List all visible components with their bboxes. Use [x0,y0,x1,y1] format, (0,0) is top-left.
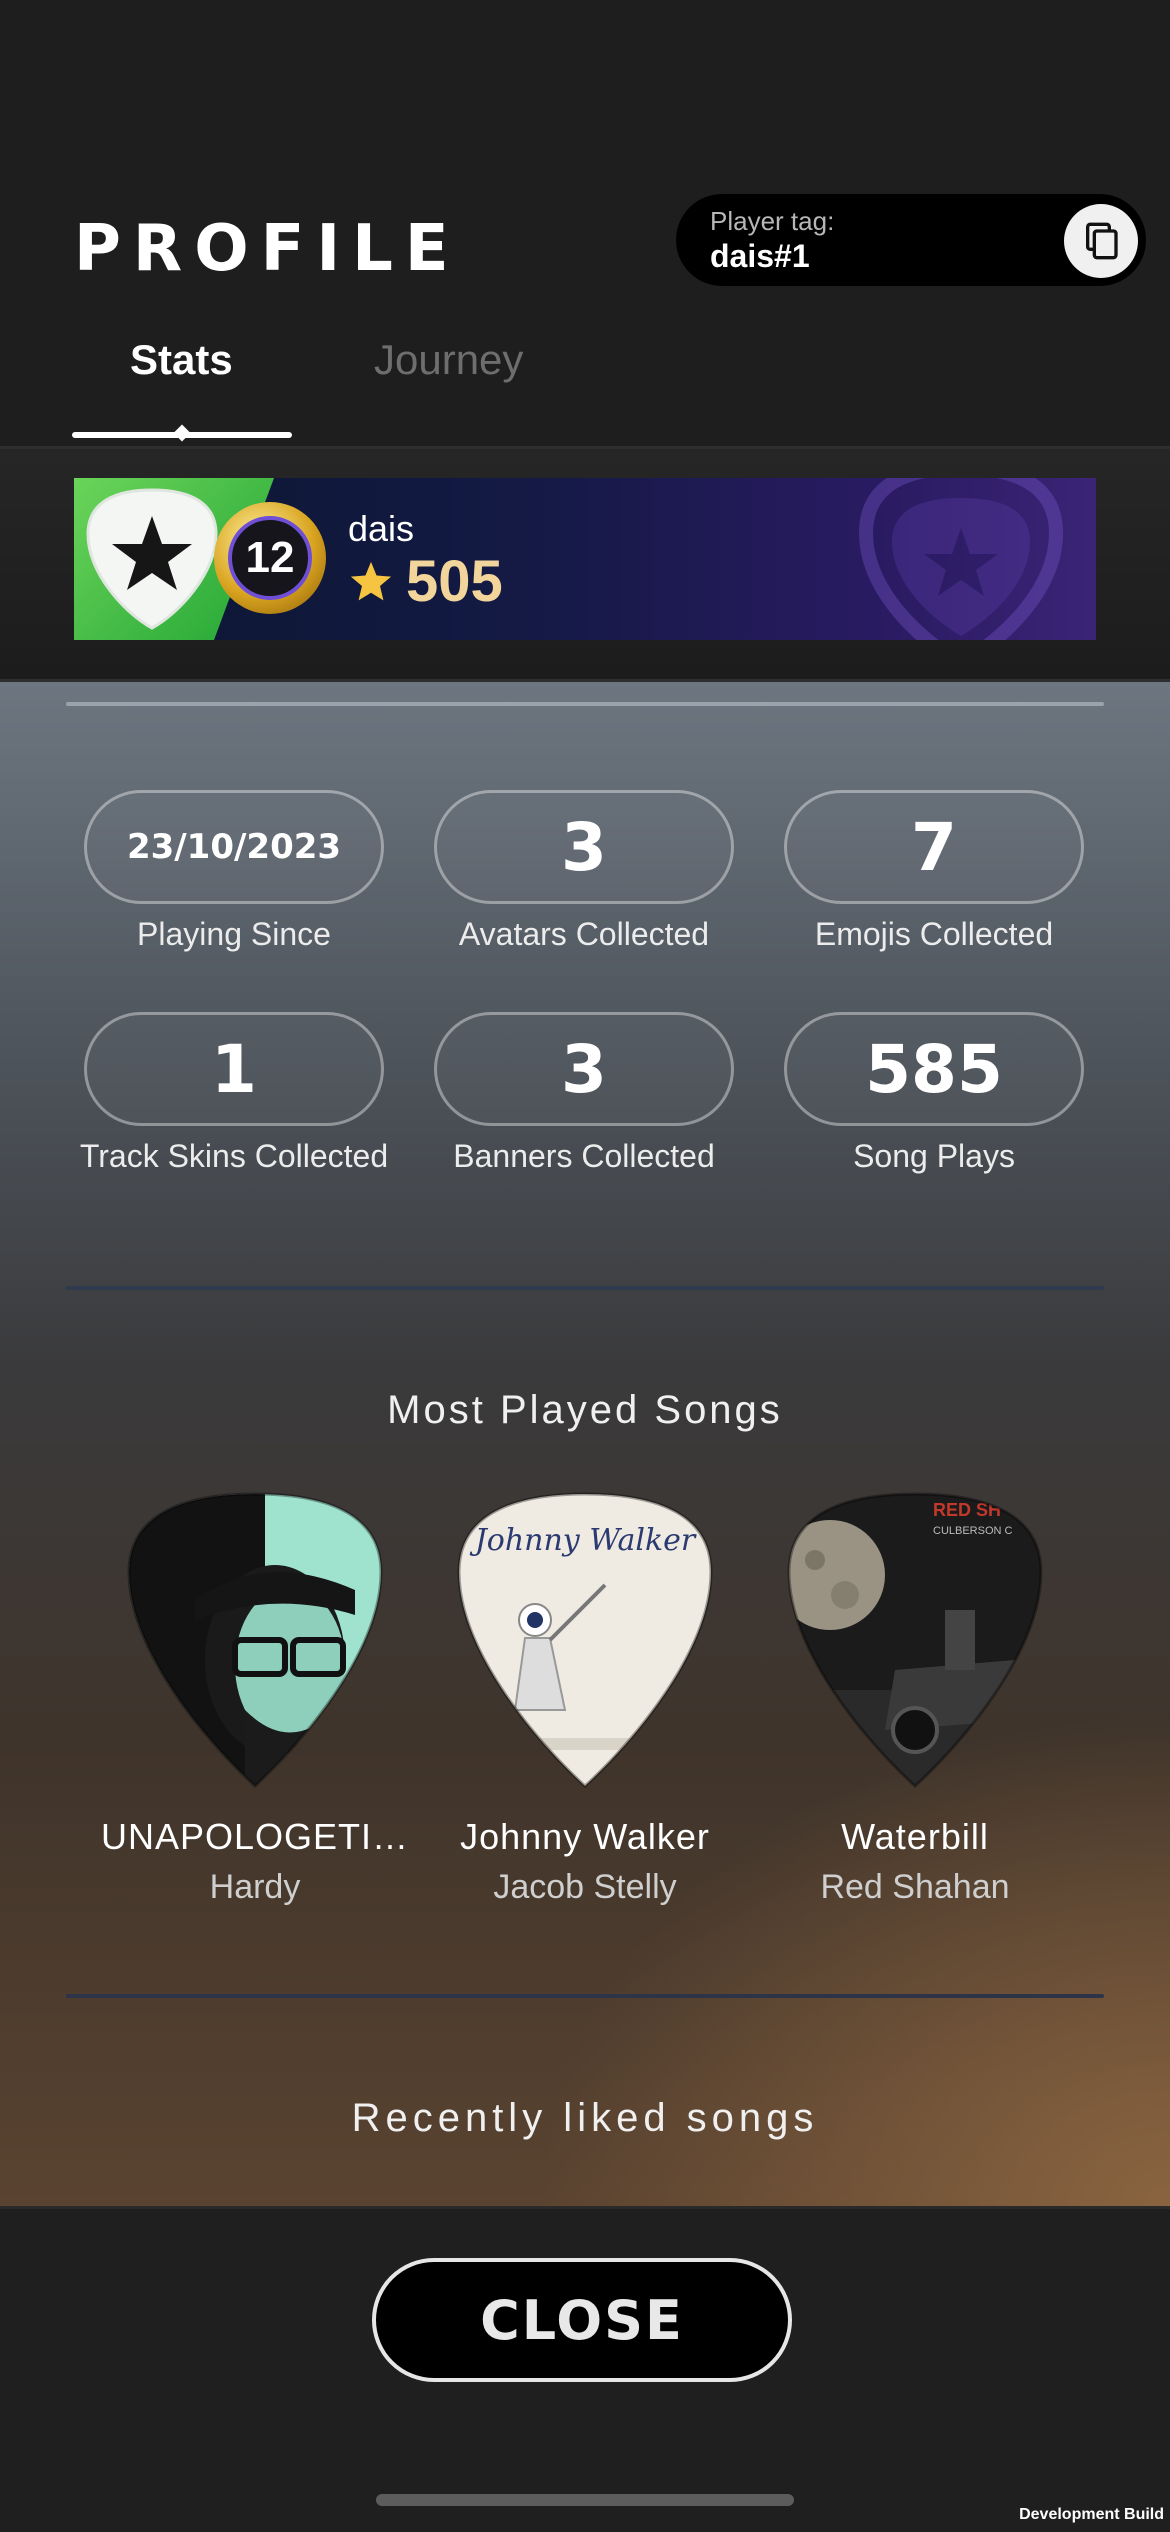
avatar-pick-icon [86,488,218,630]
stat-value: 23/10/2023 [84,790,384,904]
home-indicator[interactable] [376,2494,794,2506]
banner-username: dais [348,508,415,549]
stat-value: 7 [784,790,1084,904]
song-artist: Hardy [209,1868,301,1906]
stat-song-plays: 585 Song Plays [784,1012,1084,1175]
active-tab-indicator [72,432,292,438]
player-banner[interactable]: 12 dais 505 [74,478,1096,640]
level-badge: 12 [214,502,326,614]
stat-label: Playing Since [137,916,331,952]
stat-value: 585 [784,1012,1084,1126]
player-tag-value: dais#1 [710,238,810,274]
banner-decoration-icon [858,478,1064,640]
stat-avatars-collected: 3 Avatars Collected [434,790,734,953]
song-card[interactable]: Johnny Walker Johnny Walker Jacob Stelly [420,1490,750,1907]
song-title: Waterbill [841,1816,989,1857]
stat-label: Emojis Collected [814,916,1054,952]
banner-score-value: 505 [406,549,503,614]
stat-track-skins-collected: 1 Track Skins Collected [80,1012,388,1175]
divider [66,1286,1104,1290]
song-artist: Jacob Stelly [493,1868,677,1906]
level-value: 12 [228,516,312,600]
stat-banners-collected: 3 Banners Collected [434,1012,734,1175]
development-build-label: Development Build [1019,2506,1164,2523]
copy-icon [1086,222,1118,260]
song-artist: Red Shahan [820,1868,1010,1906]
banner-score: 505 [348,548,503,615]
player-tag: Player tag: dais#1 [676,194,1146,286]
profile-tabs: Stats Journey [72,326,592,446]
album-art-subtext: CULBERSON C [933,1525,1013,1537]
stat-value: 3 [434,1012,734,1126]
album-art-pick [127,1492,383,1789]
song-title: Johnny Walker [460,1816,710,1857]
album-art-text: Johnny Walker [469,1523,697,1558]
song-title: UNAPOLOGETI… [100,1816,410,1857]
most-played-title: Most Played Songs [387,1388,783,1432]
stat-label: Avatars Collected [458,916,710,952]
stat-value: 3 [434,790,734,904]
stat-playing-since: 23/10/2023 Playing Since [84,790,384,953]
player-tag-label: Player tag: [710,206,835,236]
copy-button[interactable] [1064,204,1138,278]
stat-label: Track Skins Collected [79,1138,389,1174]
song-card[interactable]: UNAPOLOGETI… Hardy [90,1490,420,1907]
album-art-pick: Johnny Walker [457,1492,713,1789]
star-icon [350,561,392,600]
album-art-pick: RED SH CULBERSON C [787,1492,1043,1789]
stat-emojis-collected: 7 Emojis Collected [784,790,1084,953]
stat-value: 1 [84,1012,384,1126]
song-card[interactable]: RED SH CULBERSON C Waterbill Red Shahan [750,1490,1080,1907]
close-button[interactable]: CLOSE [372,2258,792,2382]
divider [66,1994,1104,1998]
tab-stats[interactable]: Stats [130,336,233,384]
stat-label: Banners Collected [453,1138,715,1174]
page-title: PROFILE [74,212,461,286]
stat-label: Song Plays [853,1138,1015,1174]
tab-journey[interactable]: Journey [374,336,523,384]
divider [66,702,1104,706]
recently-liked-title: Recently liked songs [351,2096,819,2140]
album-art-text: RED SH [933,1500,1001,1520]
